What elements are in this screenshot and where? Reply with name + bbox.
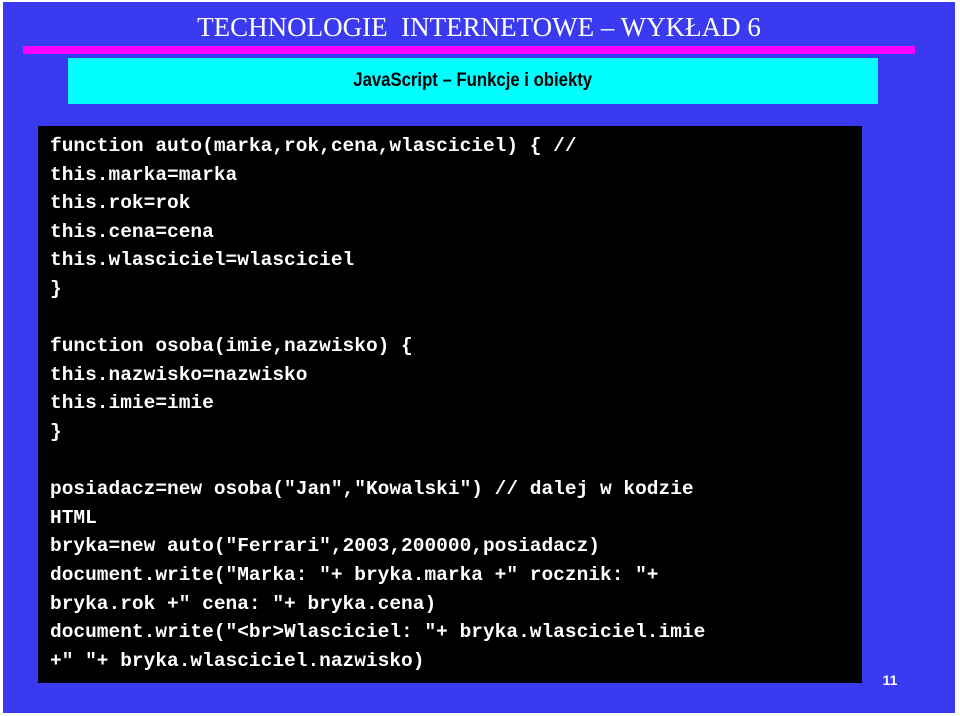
- code-line: this.nazwisko=nazwisko: [50, 363, 308, 386]
- code-line: bryka.rok +" cena: "+ bryka.cena): [50, 592, 437, 615]
- code-line: this.wlasciciel=wlasciciel: [50, 249, 355, 272]
- code-listing: function auto(marka,rok,cena,wlasciciel)…: [50, 132, 705, 675]
- code-line: document.write("Marka: "+ bryka.marka +"…: [50, 563, 659, 586]
- code-line: bryka=new auto("Ferrari",2003,200000,pos…: [50, 535, 600, 558]
- code-line: this.marka=marka: [50, 163, 238, 186]
- code-line: +" "+ bryka.wlasciciel.nazwisko): [50, 649, 425, 672]
- page-number: 11: [882, 672, 898, 688]
- code-line: this.rok=rok: [50, 192, 191, 215]
- slide: TECHNOLOGIE INTERNETOWE – WYKŁAD 6 JavaS…: [3, 2, 955, 713]
- code-line: }: [50, 277, 62, 300]
- code-line: this.imie=imie: [50, 392, 214, 415]
- code-block: function auto(marka,rok,cena,wlasciciel)…: [38, 126, 862, 683]
- code-line: }: [50, 420, 62, 443]
- slide-title: TECHNOLOGIE INTERNETOWE – WYKŁAD 6: [197, 12, 761, 42]
- code-line: this.cena=cena: [50, 220, 214, 243]
- code-line: function auto(marka,rok,cena,wlasciciel)…: [50, 135, 577, 157]
- slide-subtitle: JavaScript – Funkcje i obiekty: [353, 70, 593, 91]
- code-line: HTML: [50, 506, 97, 529]
- code-line: function osoba(imie,nazwisko) {: [50, 335, 413, 358]
- code-line: posiadacz=new osoba("Jan","Kowalski") //…: [50, 478, 694, 501]
- subtitle-banner: JavaScript – Funkcje i obiekty: [68, 58, 878, 104]
- accent-divider: [23, 46, 915, 54]
- code-line: document.write("<br>Wlasciciel: "+ bryka…: [50, 621, 706, 644]
